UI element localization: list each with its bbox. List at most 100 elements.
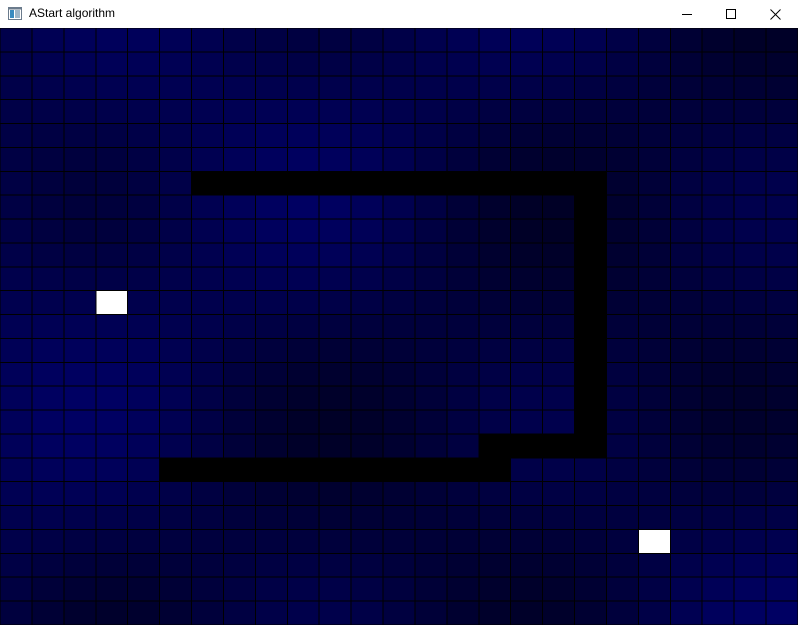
grid-cell[interactable] bbox=[605, 576, 639, 602]
grid-cell[interactable] bbox=[127, 314, 161, 339]
grid-cell[interactable] bbox=[159, 385, 193, 411]
grid-cell[interactable] bbox=[733, 242, 767, 268]
grid-cell[interactable] bbox=[510, 528, 544, 554]
grid-cell[interactable] bbox=[0, 600, 33, 625]
grid-cell[interactable] bbox=[574, 51, 607, 77]
grid-cell[interactable] bbox=[191, 266, 224, 292]
wall-cell[interactable] bbox=[318, 457, 352, 483]
grid-cell[interactable] bbox=[0, 123, 33, 148]
grid-cell[interactable] bbox=[254, 99, 288, 125]
grid-cell[interactable] bbox=[701, 385, 735, 411]
grid-cell[interactable] bbox=[0, 337, 33, 363]
wall-cell[interactable] bbox=[350, 170, 384, 196]
grid-cell[interactable] bbox=[478, 99, 512, 125]
grid-cell[interactable] bbox=[63, 194, 97, 220]
grid-cell[interactable] bbox=[95, 75, 129, 101]
grid-cell[interactable] bbox=[733, 194, 767, 220]
grid-cell[interactable] bbox=[191, 481, 224, 507]
grid-cell[interactable] bbox=[637, 75, 671, 101]
grid-cell[interactable] bbox=[605, 290, 639, 316]
grid-cell[interactable] bbox=[510, 409, 544, 435]
grid-cell[interactable] bbox=[254, 481, 288, 507]
grid-cell[interactable] bbox=[382, 194, 416, 220]
grid-cell[interactable] bbox=[414, 337, 448, 363]
grid-cell[interactable] bbox=[95, 457, 129, 483]
grid-cell[interactable] bbox=[478, 552, 512, 578]
grid-cell[interactable] bbox=[159, 600, 193, 625]
grid-cell[interactable] bbox=[350, 385, 384, 411]
grid-cell[interactable] bbox=[765, 218, 798, 244]
grid-cell[interactable] bbox=[127, 170, 161, 196]
grid-cell[interactable] bbox=[63, 528, 97, 554]
grid-cell[interactable] bbox=[510, 337, 544, 363]
grid-cell[interactable] bbox=[542, 266, 576, 292]
grid-cell[interactable] bbox=[510, 361, 544, 387]
grid-cell[interactable] bbox=[669, 28, 703, 53]
grid-cell[interactable] bbox=[765, 552, 798, 578]
grid-cell[interactable] bbox=[574, 552, 607, 578]
title-bar[interactable]: AStart algorithm bbox=[0, 0, 798, 28]
grid-cell[interactable] bbox=[637, 266, 671, 292]
grid-cell[interactable] bbox=[31, 361, 65, 387]
grid-cell[interactable] bbox=[286, 123, 320, 148]
grid-cell[interactable] bbox=[159, 75, 193, 101]
grid-cell[interactable] bbox=[191, 337, 224, 363]
grid-cell[interactable] bbox=[446, 242, 480, 268]
grid-cell[interactable] bbox=[605, 170, 639, 196]
grid-cell[interactable] bbox=[222, 218, 256, 244]
grid-cell[interactable] bbox=[605, 146, 639, 172]
grid-cell[interactable] bbox=[637, 194, 671, 220]
grid-cell[interactable] bbox=[478, 123, 512, 148]
grid-cell[interactable] bbox=[286, 409, 320, 435]
grid-cell[interactable] bbox=[701, 481, 735, 507]
grid-cell[interactable] bbox=[222, 314, 256, 339]
grid-cell[interactable] bbox=[765, 290, 798, 316]
grid-cell[interactable] bbox=[191, 552, 224, 578]
grid-cell[interactable] bbox=[0, 242, 33, 268]
grid-cell[interactable] bbox=[542, 481, 576, 507]
grid-cell[interactable] bbox=[446, 51, 480, 77]
wall-cell[interactable] bbox=[286, 457, 320, 483]
grid-cell[interactable] bbox=[254, 385, 288, 411]
grid-cell[interactable] bbox=[191, 75, 224, 101]
grid-cell[interactable] bbox=[63, 290, 97, 316]
grid-cell[interactable] bbox=[446, 528, 480, 554]
grid-cell[interactable] bbox=[254, 266, 288, 292]
grid-cell[interactable] bbox=[414, 361, 448, 387]
grid-cell[interactable] bbox=[286, 361, 320, 387]
grid-cell[interactable] bbox=[414, 28, 448, 53]
grid-cell[interactable] bbox=[637, 433, 671, 459]
grid-cell[interactable] bbox=[127, 457, 161, 483]
grid-cell[interactable] bbox=[191, 290, 224, 316]
grid-cell[interactable] bbox=[414, 290, 448, 316]
grid-cell[interactable] bbox=[733, 123, 767, 148]
grid-cell[interactable] bbox=[510, 75, 544, 101]
grid-cell[interactable] bbox=[95, 146, 129, 172]
grid-cell[interactable] bbox=[191, 409, 224, 435]
grid-cell[interactable] bbox=[637, 290, 671, 316]
grid-cell[interactable] bbox=[574, 457, 607, 483]
grid-cell[interactable] bbox=[542, 361, 576, 387]
wall-cell[interactable] bbox=[574, 290, 607, 316]
grid-cell[interactable] bbox=[382, 314, 416, 339]
grid-cell[interactable] bbox=[414, 552, 448, 578]
grid-cell[interactable] bbox=[318, 337, 352, 363]
grid-cell[interactable] bbox=[31, 290, 65, 316]
grid-cell[interactable] bbox=[510, 28, 544, 53]
grid-cell[interactable] bbox=[605, 75, 639, 101]
grid-cell[interactable] bbox=[95, 51, 129, 77]
wall-cell[interactable] bbox=[478, 433, 512, 459]
grid-cell[interactable] bbox=[733, 385, 767, 411]
grid-cell[interactable] bbox=[637, 600, 671, 625]
wall-cell[interactable] bbox=[191, 170, 224, 196]
grid-cell[interactable] bbox=[542, 290, 576, 316]
grid-cell[interactable] bbox=[733, 75, 767, 101]
grid-cell[interactable] bbox=[31, 314, 65, 339]
grid-cell[interactable] bbox=[95, 385, 129, 411]
grid-cell[interactable] bbox=[733, 361, 767, 387]
grid-cell[interactable] bbox=[382, 600, 416, 625]
grid-cell[interactable] bbox=[382, 290, 416, 316]
grid-cell[interactable] bbox=[95, 361, 129, 387]
grid-cell[interactable] bbox=[0, 28, 33, 53]
grid-cell[interactable] bbox=[0, 314, 33, 339]
